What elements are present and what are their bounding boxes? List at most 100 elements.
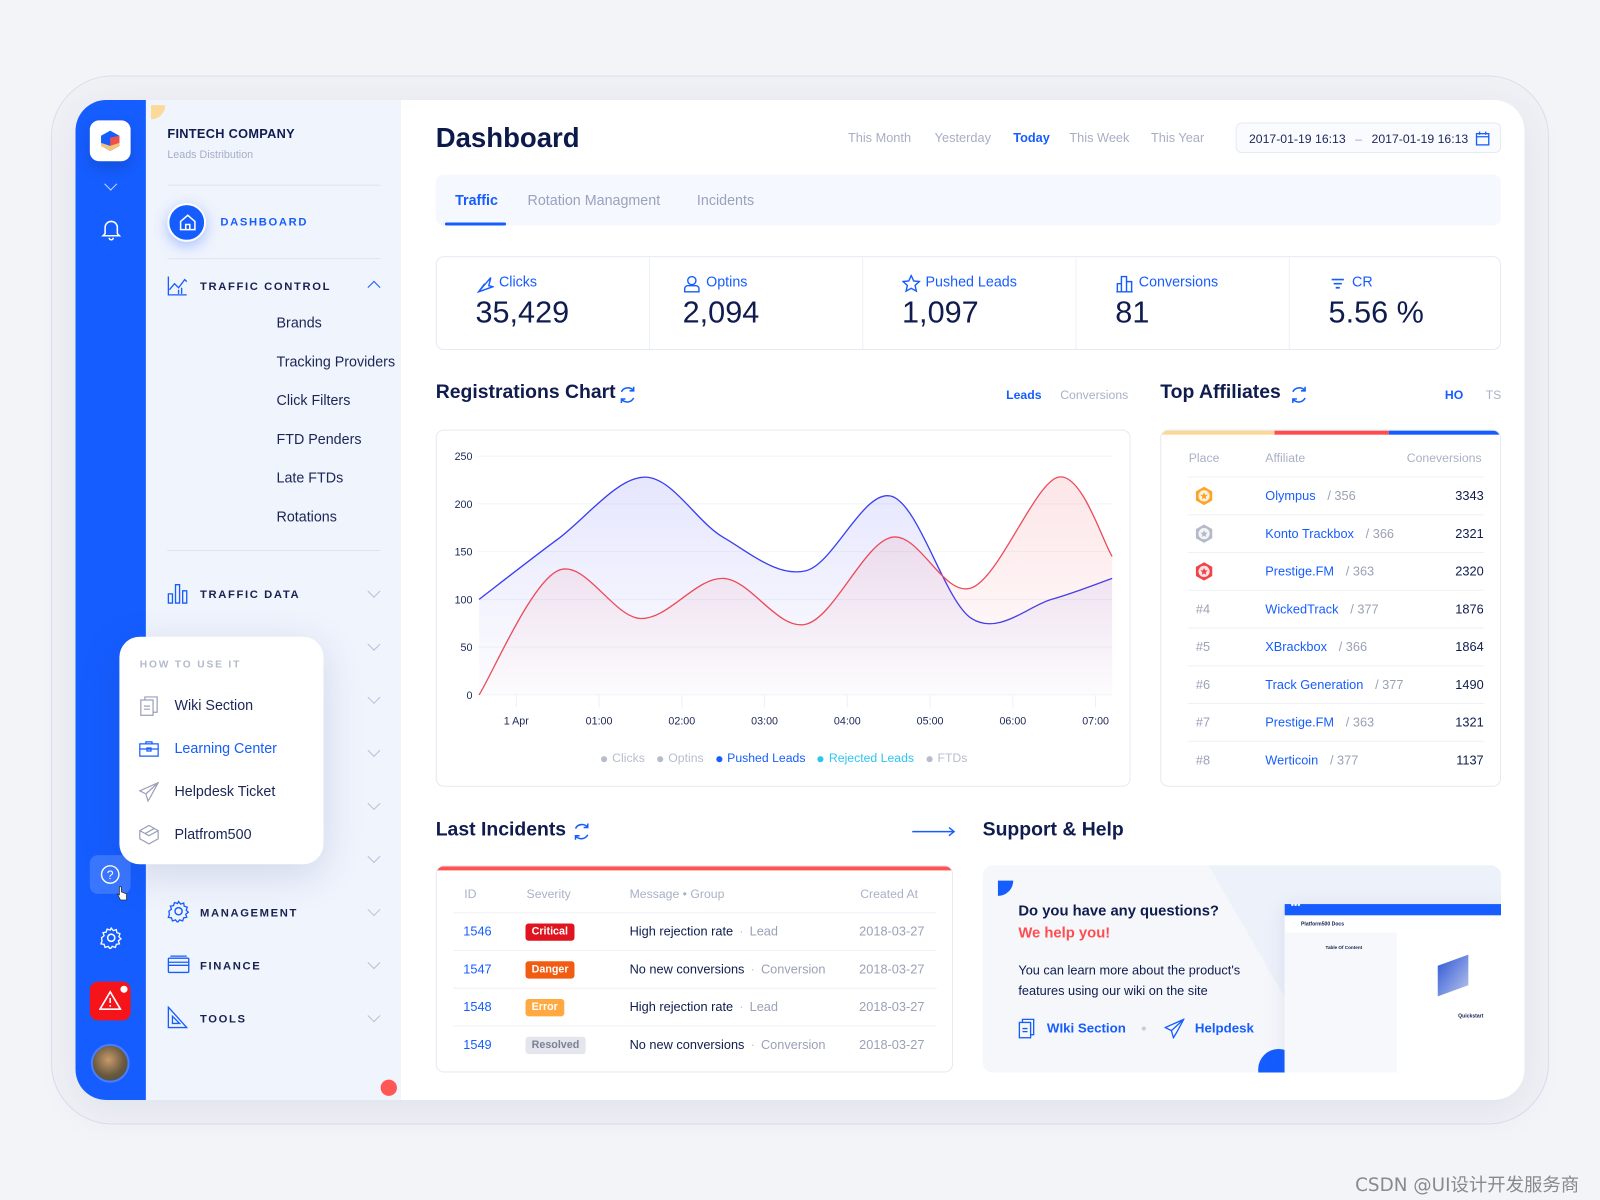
chevron-down-icon[interactable] xyxy=(367,637,381,651)
legend-item[interactable]: Clicks xyxy=(600,751,645,765)
message-cell: High rejection rate · Lead xyxy=(630,1000,778,1014)
sidebar-subitem[interactable]: Brands xyxy=(277,314,322,330)
table-row[interactable]: 1548 Error High rejection rate · Lead 2018-03… xyxy=(453,987,937,1026)
notification-dot xyxy=(120,985,128,993)
refresh-icon[interactable] xyxy=(617,385,637,405)
table-row[interactable]: #8 Werticoin / 377 1137 xyxy=(1187,740,1484,779)
stat-conversions: Conversions 81 xyxy=(1077,257,1290,349)
refresh-icon[interactable] xyxy=(571,821,591,841)
table-row[interactable]: 1546 Critical High rejection rate · Lead 2018… xyxy=(453,912,937,950)
incident-group: Lead xyxy=(749,999,778,1015)
wiki-section-link[interactable]: WIki Section xyxy=(1018,1018,1130,1039)
table-row[interactable]: #4 WickedTrack / 377 1876 xyxy=(1187,589,1484,628)
filter-yesterday[interactable]: Yesterday xyxy=(935,131,991,145)
chevron-down-icon xyxy=(367,584,381,598)
tab-traffic[interactable]: Traffic xyxy=(455,192,498,208)
tab-incidents[interactable]: Incidents xyxy=(697,192,754,208)
divider xyxy=(167,258,381,260)
legend-item[interactable]: Rejected Leads xyxy=(817,751,914,765)
affiliate-name[interactable]: WickedTrack xyxy=(1265,602,1338,616)
affiliate-cell: WickedTrack / 377 xyxy=(1265,602,1378,616)
table-row[interactable]: Olympus / 356 3343 xyxy=(1187,476,1484,515)
table-row[interactable]: 1547 Danger No new conversions · Conversion 2… xyxy=(453,949,937,988)
filter-this-year[interactable]: This Year xyxy=(1151,131,1204,145)
incident-id[interactable]: 1547 xyxy=(463,962,491,976)
docs-preview-image: ••• Platform500 Docs Table Of Content Qu… xyxy=(1284,900,1502,1073)
legend-item[interactable]: Pushed Leads xyxy=(715,751,805,765)
sidebar-item-finance[interactable]: FINANCE xyxy=(167,953,383,980)
chevron-down-icon[interactable] xyxy=(104,177,118,191)
stat-value: 81 xyxy=(1115,295,1150,330)
incident-id[interactable]: 1549 xyxy=(463,1038,491,1052)
chevron-down-icon[interactable] xyxy=(367,797,381,811)
place-rank: #5 xyxy=(1195,639,1211,655)
sidebar-subitem[interactable]: FTD Penders xyxy=(277,431,362,447)
place-rank: #8 xyxy=(1195,753,1211,768)
y-tick-label: 250 xyxy=(455,451,473,463)
legend-label: Optins xyxy=(668,751,704,766)
popup-item-wiki[interactable]: Wiki Section xyxy=(134,692,310,721)
gear-icon[interactable] xyxy=(100,926,122,949)
affiliate-name[interactable]: Werticoin xyxy=(1265,753,1318,767)
tab-rotation-management[interactable]: Rotation Managment xyxy=(528,192,661,208)
legend-item[interactable]: Optins xyxy=(657,751,704,765)
severity-badge: Resolved xyxy=(525,1036,586,1055)
date-range-picker[interactable]: 2017-01-19 16:13 – 2017-01-19 16:13 xyxy=(1235,122,1502,154)
sidebar-item-dashboard[interactable]: DASHBOARD xyxy=(167,203,371,242)
toggle-leads[interactable]: Leads xyxy=(1006,388,1041,402)
table-row[interactable]: 1549 Resolved No new conversions · Conversio… xyxy=(453,1025,937,1064)
filter-today[interactable]: Today xyxy=(1013,131,1050,145)
affiliate-name[interactable]: Olympus xyxy=(1265,489,1315,503)
popup-item-learning-center[interactable]: Learning Center xyxy=(134,735,310,764)
table-row[interactable]: #6 Track Generation / 377 1490 xyxy=(1187,665,1484,703)
preview-brand: Platform500 Docs xyxy=(1301,921,1345,928)
incident-id[interactable]: 1548 xyxy=(463,1000,491,1014)
filter-icon xyxy=(1331,278,1344,289)
toggle-ts[interactable]: TS xyxy=(1486,388,1502,402)
table-row[interactable]: Konto Trackbox / 366 2321 xyxy=(1187,514,1484,552)
sidebar-item-label: TRAFFIC DATA xyxy=(199,588,301,602)
icon-rail: ? xyxy=(75,99,146,1100)
legend-dot-icon xyxy=(600,755,608,763)
filter-this-month[interactable]: This Month xyxy=(848,131,911,145)
popup-item-platform500[interactable]: Platfrom500 xyxy=(134,820,310,849)
toggle-ho[interactable]: HO xyxy=(1445,388,1463,402)
sidebar-subitem[interactable]: Late FTDs xyxy=(277,469,344,485)
table-row[interactable]: #5 XBrackbox / 366 1864 xyxy=(1187,627,1484,666)
bell-icon[interactable] xyxy=(101,218,122,241)
chevron-down-icon[interactable] xyxy=(367,690,381,704)
table-row[interactable]: #7 Prestige.FM / 363 1321 xyxy=(1187,703,1484,741)
popup-item-helpdesk[interactable]: Helpdesk Ticket xyxy=(134,778,310,807)
legend-dot-icon xyxy=(926,755,933,763)
sidebar-subitem[interactable]: Tracking Providers xyxy=(277,353,396,369)
table-row[interactable]: Prestige.FM / 363 2320 xyxy=(1187,552,1484,590)
affiliate-name[interactable]: Prestige.FM xyxy=(1265,715,1334,729)
company-name: FINTECH COMPANY xyxy=(167,126,296,141)
legend-item[interactable]: FTDs xyxy=(926,751,967,765)
affiliate-name[interactable]: XBrackbox xyxy=(1265,640,1327,654)
affiliate-name[interactable]: Prestige.FM xyxy=(1265,564,1334,578)
affiliate-name[interactable]: Track Generation xyxy=(1265,678,1363,692)
popup-heading: HOW TO USE IT xyxy=(139,659,242,671)
avatar[interactable] xyxy=(90,1043,130,1083)
refresh-icon[interactable] xyxy=(1289,385,1309,405)
sidebar-item-tools[interactable]: TOOLS xyxy=(167,1006,383,1033)
helpdesk-link[interactable]: Helpdesk xyxy=(1164,1018,1266,1039)
filter-this-week[interactable]: This Week xyxy=(1069,131,1129,145)
preview-illustration xyxy=(1437,954,1469,997)
arrow-right-icon[interactable] xyxy=(911,826,956,838)
chevron-down-icon[interactable] xyxy=(367,850,381,864)
sidebar-item-management[interactable]: MANAGEMENT xyxy=(167,900,383,927)
sidebar-subitem[interactable]: Rotations xyxy=(277,508,337,524)
column-header: Severity xyxy=(526,886,571,902)
alert-button[interactable] xyxy=(89,981,131,1021)
sidebar-item-traffic-control[interactable]: TRAFFIC CONTROL xyxy=(167,273,383,300)
incident-id[interactable]: 1546 xyxy=(463,924,491,938)
affiliate-name[interactable]: Konto Trackbox xyxy=(1265,527,1354,541)
logo-icon[interactable] xyxy=(89,120,131,162)
toggle-conversions[interactable]: Conversions xyxy=(1060,388,1128,402)
chevron-down-icon[interactable] xyxy=(367,744,381,757)
sidebar-item-traffic-data[interactable]: TRAFFIC DATA xyxy=(167,582,383,609)
popup-item-label: Helpdesk Ticket xyxy=(174,782,276,799)
sidebar-subitem[interactable]: Click Filters xyxy=(277,392,351,408)
